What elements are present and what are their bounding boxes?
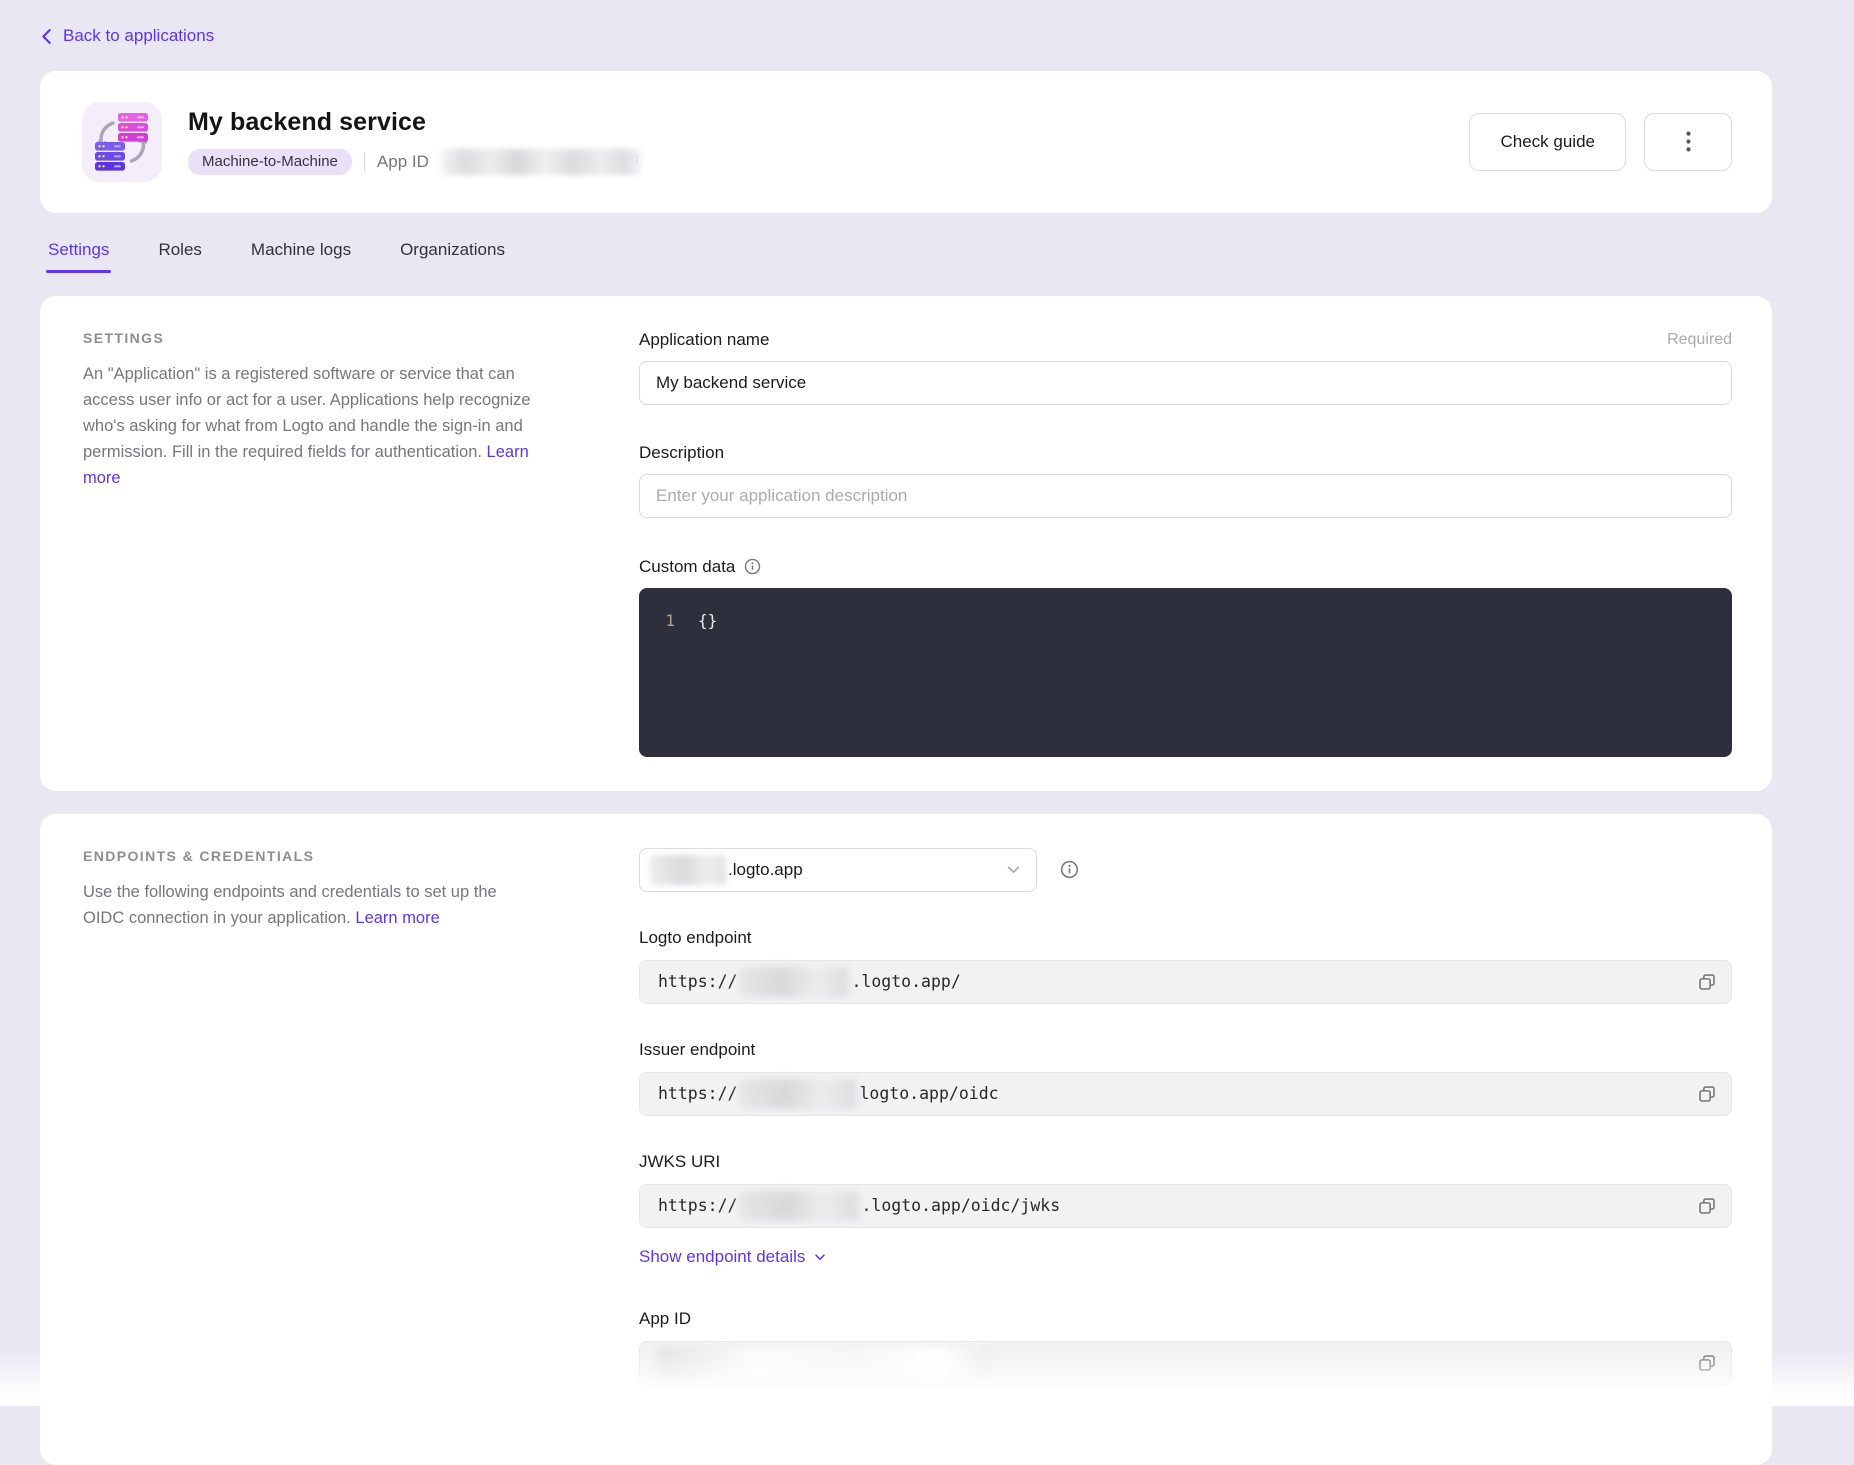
redacted-domain-prefix [650,855,726,885]
endpoints-form: .logto.app Logto endpoint [639,848,1732,1385]
show-endpoint-details-link[interactable]: Show endpoint details [639,1247,827,1267]
editor-line-number: 1 [665,609,675,633]
redacted-endpoint-segment [739,1079,857,1109]
domain-select[interactable]: .logto.app [639,848,1037,892]
endpoint-prefix: https:// [658,1196,737,1215]
application-header-info: My backend service Machine-to-Machine Ap… [188,108,1469,176]
redacted-endpoint-segment [739,967,849,997]
settings-section-heading: SETTINGS [83,330,535,346]
application-tabs: Settings Roles Machine logs Organization… [40,240,1772,273]
meta-divider [364,152,365,172]
copy-icon [1698,1354,1716,1372]
settings-section-description: An "Application" is a registered softwar… [83,361,535,491]
redacted-endpoint-segment [739,1191,859,1221]
app-id-field-label: App ID [639,1309,1732,1329]
application-title: My backend service [188,108,1469,137]
endpoints-learn-more-link[interactable]: Learn more [355,909,439,927]
settings-section-card: SETTINGS An "Application" is a registere… [40,296,1772,791]
application-meta-row: Machine-to-Machine App ID [188,148,1469,176]
redacted-app-id-value [658,1347,988,1379]
endpoints-section-heading: ENDPOINTS & CREDENTIALS [83,848,535,864]
tab-machine-logs[interactable]: Machine logs [251,240,351,273]
more-actions-button[interactable] [1644,113,1732,171]
redacted-app-id-value [441,149,641,175]
copy-icon [1698,973,1716,991]
application-header-card: My backend service Machine-to-Machine Ap… [40,71,1772,213]
copy-logto-endpoint-button[interactable] [1693,968,1721,996]
copy-icon [1698,1197,1716,1215]
endpoints-section-description: Use the following endpoints and credenti… [83,879,535,931]
info-icon[interactable] [1060,860,1079,879]
custom-data-label: Custom data [639,557,735,577]
app-id-field [639,1341,1732,1385]
copy-icon [1698,1085,1716,1103]
back-to-applications-link[interactable]: Back to applications [40,26,214,46]
machine-to-machine-app-icon [82,102,162,182]
tab-organizations[interactable]: Organizations [400,240,505,273]
endpoint-prefix: https:// [658,1084,737,1103]
kebab-menu-icon [1686,131,1691,152]
settings-description-text: An "Application" is a registered softwar… [83,365,531,461]
application-name-label: Application name [639,330,769,350]
custom-data-editor[interactable]: 1 {} [639,588,1732,757]
endpoint-suffix: logto.app/oidc [859,1084,998,1103]
required-tag: Required [1667,331,1732,349]
endpoints-section-card: ENDPOINTS & CREDENTIALS Use the followin… [40,814,1772,1465]
chevron-down-icon [813,1250,827,1264]
settings-section-intro: SETTINGS An "Application" is a registere… [83,330,535,757]
endpoints-section-intro: ENDPOINTS & CREDENTIALS Use the followin… [83,848,535,1385]
logto-endpoint-field: https:// .logto.app/ [639,960,1732,1004]
domain-select-value: .logto.app [728,860,1005,880]
app-id-label: App ID [377,152,429,172]
copy-issuer-endpoint-button[interactable] [1693,1080,1721,1108]
chevron-down-icon [1005,861,1022,878]
back-link-label: Back to applications [63,26,214,46]
endpoint-suffix: .logto.app/oidc/jwks [861,1196,1060,1215]
endpoint-prefix: https:// [658,972,737,991]
check-guide-button[interactable]: Check guide [1469,113,1626,171]
description-input[interactable] [639,474,1732,518]
editor-line: 1 {} [665,609,1732,633]
header-actions: Check guide [1469,113,1732,171]
logto-endpoint-label: Logto endpoint [639,928,1732,948]
show-details-label: Show endpoint details [639,1247,805,1267]
issuer-endpoint-field: https:// logto.app/oidc [639,1072,1732,1116]
tab-settings[interactable]: Settings [48,240,109,273]
jwks-uri-field: https:// .logto.app/oidc/jwks [639,1184,1732,1228]
chevron-left-icon [40,28,53,45]
jwks-uri-label: JWKS URI [639,1152,1732,1172]
endpoint-suffix: .logto.app/ [851,972,960,991]
application-name-input[interactable] [639,361,1732,405]
copy-jwks-uri-button[interactable] [1693,1192,1721,1220]
editor-line-content: {} [698,609,717,633]
info-icon[interactable] [744,558,761,575]
tab-roles[interactable]: Roles [158,240,201,273]
application-type-badge: Machine-to-Machine [188,149,352,175]
copy-app-id-button[interactable] [1693,1349,1721,1377]
application-details-page: Back to applications [0,0,1854,1465]
settings-form: Application name Required Description Cu… [639,330,1732,757]
issuer-endpoint-label: Issuer endpoint [639,1040,1732,1060]
description-label: Description [639,443,724,463]
